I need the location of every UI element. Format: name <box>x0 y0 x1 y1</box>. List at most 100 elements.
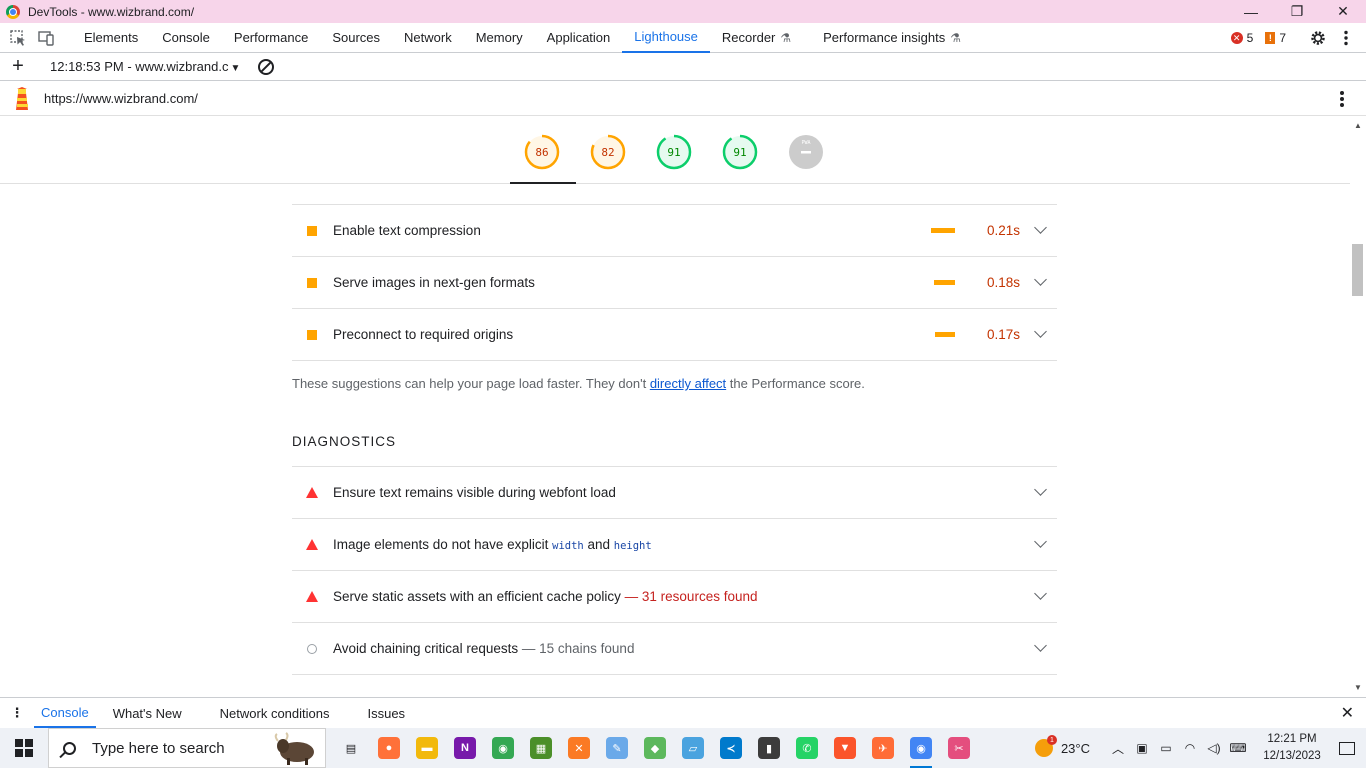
meet-now-icon[interactable]: ▣ <box>1130 741 1154 755</box>
weather-sun-icon: 1 <box>1034 735 1057 757</box>
tab-elements[interactable]: Elements <box>72 23 150 53</box>
chrome-active-taskbar-button[interactable]: ◉ <box>902 728 940 768</box>
show-hidden-icons-chevron-icon[interactable]: ︿ <box>1106 740 1130 757</box>
restore-button[interactable]: ❐ <box>1274 0 1320 23</box>
more-options-icon[interactable] <box>1332 23 1360 53</box>
inspect-element-icon[interactable] <box>4 23 32 53</box>
opportunity-enable-text-compression[interactable]: Enable text compression 0.21s <box>292 204 1057 256</box>
tab-lighthouse[interactable]: Lighthouse <box>622 23 710 53</box>
tab-memory[interactable]: Memory <box>464 23 535 53</box>
report-menu-icon[interactable] <box>1340 91 1344 107</box>
weather-widget[interactable]: 1 23°C <box>1034 735 1090 757</box>
expand-chevron-icon[interactable] <box>1034 325 1047 338</box>
tab-console[interactable]: Console <box>150 23 222 53</box>
drawer-tab-issues[interactable]: Issues <box>360 698 412 728</box>
directly-affect-link[interactable]: directly affect <box>650 376 726 391</box>
postman-taskbar-button[interactable]: ✈ <box>864 728 902 768</box>
savings-time: 0.17s <box>986 327 1020 342</box>
expand-chevron-icon[interactable] <box>1034 587 1047 600</box>
audit-cache-policy[interactable]: Serve static assets with an efficient ca… <box>292 570 1057 622</box>
score-gauge[interactable]: 91 <box>656 134 692 170</box>
drawer-tab-what-s-new[interactable]: What's New <box>106 698 189 728</box>
tab-recorder[interactable]: Recorder ⚗ <box>710 23 803 53</box>
snipping-tool-taskbar-button[interactable]: ✂ <box>940 728 978 768</box>
tab-application[interactable]: Application <box>535 23 623 53</box>
onenote-icon: N <box>454 737 476 759</box>
drawer-tab-network-conditions[interactable]: Network conditions <box>213 698 337 728</box>
tab-label: Sources <box>332 30 381 45</box>
system-tray: 1 23°C ︿ ▣ ▭ ◠ ◁) ⌨ 12:21 PM 12/13/2023 <box>1034 728 1366 768</box>
task-view-taskbar-button[interactable]: ▤ <box>332 728 370 768</box>
git-taskbar-button[interactable]: ◆ <box>636 728 674 768</box>
audit-webfont[interactable]: Ensure text remains visible during webfo… <box>292 466 1057 518</box>
start-button[interactable] <box>0 728 48 768</box>
wifi-icon[interactable]: ◠ <box>1178 741 1202 755</box>
audit-detail: 31 resources found <box>641 589 758 604</box>
warning-count-badge[interactable]: ! 7 <box>1265 31 1286 45</box>
error-count-badge[interactable]: ✕ 5 <box>1230 31 1253 45</box>
whatsapp-taskbar-button[interactable]: ✆ <box>788 728 826 768</box>
vertical-scrollbar[interactable]: ▲ ▼ <box>1350 117 1366 697</box>
new-report-button[interactable]: + <box>0 55 36 78</box>
brave-taskbar-button[interactable]: ▼ <box>826 728 864 768</box>
keyboard-icon[interactable]: ⌨ <box>1226 741 1250 755</box>
audit-image-dimensions[interactable]: Image elements do not have explicit widt… <box>292 518 1057 570</box>
opportunity-label: Enable text compression <box>333 223 481 238</box>
minimize-button[interactable]: — <box>1228 0 1274 23</box>
terminal-taskbar-button[interactable]: ▮ <box>750 728 788 768</box>
devtools-tabs: Elements Console Performance Sources Network… <box>72 23 973 53</box>
opportunity-serve-images-in-next-gen-formats[interactable]: Serve images in next-gen formats 0.18s <box>292 256 1057 308</box>
expand-chevron-icon[interactable] <box>1034 535 1047 548</box>
code-height: height <box>613 540 652 552</box>
clear-reports-icon[interactable] <box>258 58 275 75</box>
paint-taskbar-button[interactable]: ✎ <box>598 728 636 768</box>
fail-triangle-icon <box>306 539 318 550</box>
audit-label: Avoid chaining critical requests — 15 ch… <box>333 641 634 656</box>
audit-partially-visible[interactable] <box>292 674 1057 697</box>
scrollbar-thumb[interactable] <box>1352 244 1363 296</box>
scroll-down-arrow-icon[interactable]: ▼ <box>1354 683 1362 692</box>
taskbar-clock[interactable]: 12:21 PM 12/13/2023 <box>1256 731 1328 765</box>
drawer-menu-icon[interactable]: ⋮ <box>0 705 34 721</box>
score-gauge[interactable]: PWA <box>788 134 824 170</box>
chrome-taskbar-button[interactable]: ◉ <box>484 728 522 768</box>
audit-critical-requests[interactable]: Avoid chaining critical requests — 15 ch… <box>292 622 1057 674</box>
tab-network[interactable]: Network <box>392 23 464 53</box>
audit-label-part: Image elements do not have explicit <box>333 537 553 552</box>
battery-icon[interactable]: ▭ <box>1154 741 1178 755</box>
window-title: DevTools - www.wizbrand.com/ <box>28 4 195 19</box>
settings-gear-icon[interactable] <box>1304 23 1332 53</box>
onenote-taskbar-button[interactable]: N <box>446 728 484 768</box>
firefox-taskbar-button[interactable]: ● <box>370 728 408 768</box>
tab-performance-insights[interactable]: Performance insights ⚗ <box>811 23 973 53</box>
notifications-icon[interactable] <box>1328 728 1366 768</box>
expand-chevron-icon[interactable] <box>1034 221 1047 234</box>
scroll-up-arrow-icon[interactable]: ▲ <box>1354 121 1362 130</box>
vscode-taskbar-button[interactable]: ≺ <box>712 728 750 768</box>
window-title-bar: DevTools - www.wizbrand.com/ — ❐ ✕ <box>0 0 1366 23</box>
tab-performance[interactable]: Performance <box>222 23 320 53</box>
close-drawer-icon[interactable]: ✕ <box>1341 703 1354 723</box>
tab-sources[interactable]: Sources <box>320 23 392 53</box>
close-window-button[interactable]: ✕ <box>1320 0 1366 23</box>
file-explorer-taskbar-button[interactable]: ▬ <box>408 728 446 768</box>
score-gauge[interactable]: 91 <box>722 134 758 170</box>
report-selector[interactable]: 12:18:53 PM - www.wizbrand.c ▼ <box>50 59 240 74</box>
expand-chevron-icon[interactable] <box>1034 483 1047 496</box>
drawer-tab-console[interactable]: Console <box>34 698 96 728</box>
expand-chevron-icon[interactable] <box>1034 639 1047 652</box>
device-toolbar-icon[interactable] <box>32 23 60 53</box>
audit-label: Image elements do not have explicit widt… <box>333 537 652 552</box>
notepad-taskbar-button[interactable]: ▦ <box>522 728 560 768</box>
xampp-taskbar-button[interactable]: ✕ <box>560 728 598 768</box>
firefox-icon: ● <box>378 737 400 759</box>
score-gauge[interactable]: 82 <box>590 134 626 170</box>
devtools-tab-bar: Elements Console Performance Sources Network… <box>0 23 1366 53</box>
postman-icon: ✈ <box>872 737 894 759</box>
files-taskbar-button[interactable]: ▱ <box>674 728 712 768</box>
expand-chevron-icon[interactable] <box>1034 273 1047 286</box>
opportunity-preconnect-to-required-origins[interactable]: Preconnect to required origins 0.17s <box>292 308 1057 360</box>
volume-icon[interactable]: ◁) <box>1202 741 1226 755</box>
taskbar-search[interactable]: Type here to search <box>48 728 326 768</box>
score-gauge[interactable]: 86 <box>524 134 560 170</box>
